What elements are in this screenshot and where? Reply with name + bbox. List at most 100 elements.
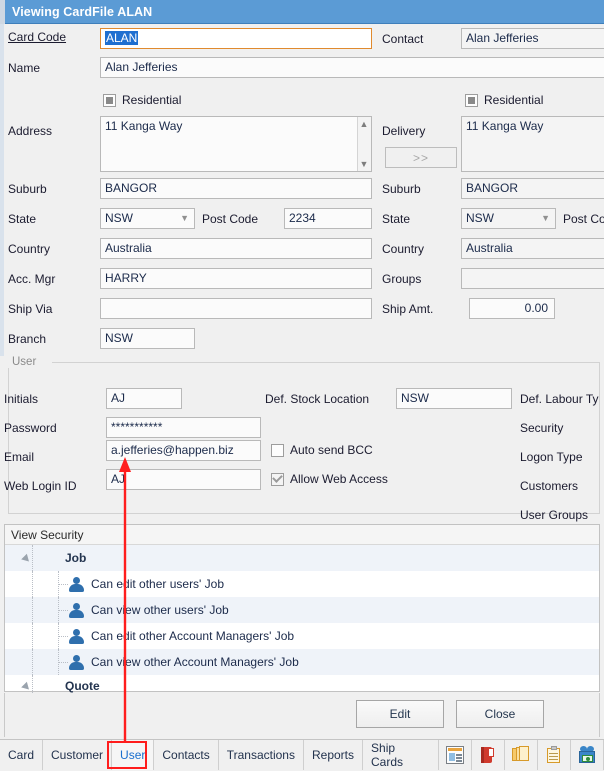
suburb-delivery-label: Suburb [382, 182, 421, 196]
view-security-tree[interactable]: View Security Job Can edit other users' … [4, 524, 600, 692]
tree-node-label: Job [65, 551, 86, 565]
tab-document-preview[interactable] [439, 740, 472, 770]
allow-web-access-label: Allow Web Access [290, 472, 388, 486]
branch-input[interactable]: NSW [100, 328, 195, 349]
tree-guide-line [32, 649, 33, 675]
tab-contacts[interactable]: Contacts [154, 740, 218, 770]
country-input[interactable]: Australia [100, 238, 372, 259]
tree-node-label: Can view other users' Job [91, 603, 229, 617]
scroll-up-icon[interactable]: ▲ [357, 117, 371, 131]
allow-web-access-row[interactable]: Allow Web Access [271, 472, 388, 486]
ship-amt-input[interactable]: 0.00 [469, 298, 555, 319]
residential-delivery-checkbox[interactable] [465, 94, 478, 107]
user-groups-label: User Groups [520, 508, 588, 522]
state-value: NSW [105, 211, 133, 225]
groups-input[interactable] [461, 268, 604, 289]
initials-input[interactable]: AJ [106, 388, 182, 409]
tab-red-book[interactable] [472, 740, 505, 770]
country-label: Country [8, 242, 50, 256]
scroll-down-icon[interactable]: ▼ [357, 157, 371, 171]
delivery-label: Delivery [382, 124, 425, 138]
branch-label: Branch [8, 332, 46, 346]
card-code-input[interactable]: ALAN [100, 28, 372, 49]
state-delivery-combo[interactable]: NSW ▼ [461, 208, 556, 229]
tree-node-label: Quote [65, 679, 100, 693]
tree-node-item[interactable]: Can edit other users' Job [5, 571, 599, 597]
allow-web-access-checkbox[interactable] [271, 473, 284, 486]
auto-send-bcc-label: Auto send BCC [290, 443, 373, 457]
groups-label: Groups [382, 272, 421, 286]
suburb-delivery-input[interactable]: BANGOR [461, 178, 604, 199]
ship-via-label: Ship Via [8, 302, 52, 316]
country-delivery-label: Country [382, 242, 424, 256]
window-title: Viewing CardFile ALAN [12, 5, 152, 19]
user-groupbox-caption: User [8, 356, 40, 368]
tab-gift-money[interactable] [571, 740, 604, 770]
name-input[interactable]: Alan Jefferies [100, 57, 604, 78]
logon-type-label: Logon Type [520, 450, 583, 464]
address-memo[interactable]: 11 Kanga Way ▲ ▼ [100, 116, 372, 172]
tab-transactions[interactable]: Transactions [219, 740, 304, 770]
tab-strip: Card Customer User Contacts Transactions… [0, 739, 604, 771]
user-icon [69, 629, 84, 644]
red-book-icon [479, 746, 497, 764]
gift-money-icon [578, 746, 596, 764]
tree-guide-line [32, 623, 33, 649]
auto-send-bcc-row[interactable]: Auto send BCC [271, 443, 373, 457]
suburb-label: Suburb [8, 182, 47, 196]
def-stock-location-input[interactable]: NSW [396, 388, 512, 409]
tab-ship-cards[interactable]: Ship Cards [363, 740, 439, 770]
tab-card[interactable]: Card [0, 740, 43, 770]
tree-node-label: Can edit other users' Job [91, 577, 224, 591]
tree-node-label: Can edit other Account Managers' Job [91, 629, 294, 643]
tree-node-group-job[interactable]: Job [5, 545, 599, 571]
tree-node-item[interactable]: Can view other users' Job [5, 597, 599, 623]
document-preview-icon [446, 746, 464, 764]
password-input[interactable]: *********** [106, 417, 261, 438]
state-delivery-value: NSW [466, 211, 494, 225]
chevron-down-icon-delivery[interactable]: ▼ [541, 209, 550, 228]
email-input[interactable]: a.jefferies@happen.biz [106, 440, 261, 461]
ship-via-input[interactable] [100, 298, 372, 319]
web-login-id-input[interactable]: AJ [106, 469, 261, 490]
contact-input[interactable]: Alan Jefferies [461, 28, 604, 49]
state-combo[interactable]: NSW ▼ [100, 208, 195, 229]
clipboard-icon [545, 746, 563, 764]
tree-elbow [58, 662, 68, 663]
acc-mgr-input[interactable]: HARRY [100, 268, 372, 289]
expander-icon[interactable] [23, 682, 32, 691]
def-labour-type-label: Def. Labour Ty [520, 392, 599, 406]
tab-customer[interactable]: Customer [43, 740, 112, 770]
expander-icon[interactable] [23, 554, 32, 563]
close-button[interactable]: Close [456, 700, 544, 728]
residential-checkbox-row[interactable]: Residential [103, 93, 181, 107]
tree-node-item[interactable]: Can edit other Account Managers' Job [5, 623, 599, 649]
ship-amt-label: Ship Amt. [382, 302, 433, 316]
auto-send-bcc-checkbox[interactable] [271, 444, 284, 457]
contact-label: Contact [382, 32, 423, 46]
suburb-input[interactable]: BANGOR [100, 178, 372, 199]
residential-label: Residential [122, 93, 181, 107]
tab-reports[interactable]: Reports [304, 740, 363, 770]
residential-checkbox[interactable] [103, 94, 116, 107]
country-delivery-input[interactable]: Australia [461, 238, 604, 259]
chevron-down-icon[interactable]: ▼ [180, 209, 189, 228]
tree-node-item[interactable]: Can view other Account Managers' Job [5, 649, 599, 675]
edit-button[interactable]: Edit [356, 700, 444, 728]
tree-node-label: Can view other Account Managers' Job [91, 655, 299, 669]
tab-clipboard[interactable] [538, 740, 571, 770]
post-code-delivery-label: Post Co [563, 212, 604, 226]
tab-user[interactable]: User [112, 740, 154, 770]
state-label: State [8, 212, 36, 226]
residential-delivery-checkbox-row[interactable]: Residential [465, 93, 543, 107]
tab-copy-pages[interactable] [505, 740, 538, 770]
copy-to-delivery-button[interactable]: >> [385, 147, 457, 168]
security-label: Security [520, 421, 563, 435]
tree-guide-line [32, 597, 33, 623]
dialog-footer: Edit Close [4, 693, 600, 737]
state-delivery-label: State [382, 212, 410, 226]
post-code-input[interactable]: 2234 [284, 208, 372, 229]
delivery-address-memo[interactable]: 11 Kanga Way [461, 116, 604, 172]
tree-elbow [58, 636, 68, 637]
card-code-label: Card Code [8, 30, 100, 44]
